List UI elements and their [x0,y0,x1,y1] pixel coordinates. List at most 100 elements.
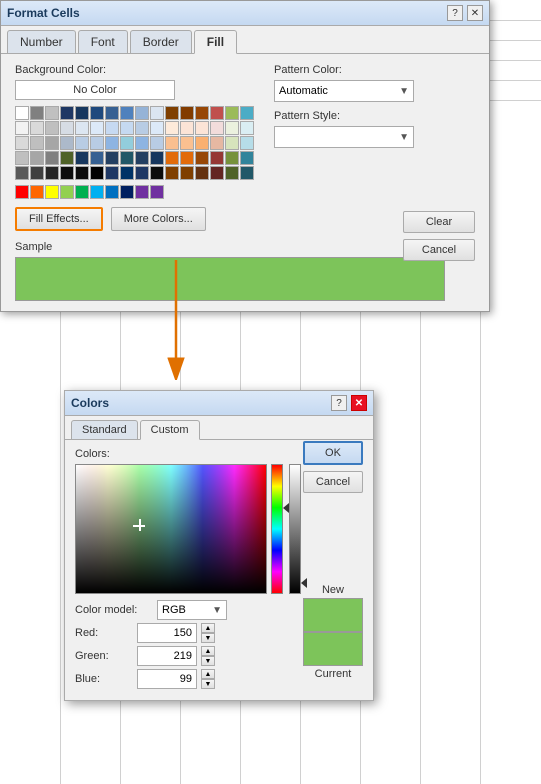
color-cell[interactable] [180,106,194,120]
color-cell[interactable] [240,136,254,150]
tab-font[interactable]: Font [78,30,128,53]
colors-tab-standard[interactable]: Standard [71,420,138,439]
color-cell[interactable] [210,106,224,120]
color-cell[interactable] [105,151,119,165]
color-cell[interactable] [240,106,254,120]
color-cell[interactable] [225,166,239,180]
color-cell[interactable] [15,136,29,150]
color-cell[interactable] [135,121,149,135]
hue-slider[interactable] [271,464,285,594]
red-decrement-button[interactable]: ▼ [201,633,215,643]
color-cell[interactable] [150,106,164,120]
color-cell[interactable] [225,136,239,150]
color-cell[interactable] [45,185,59,199]
color-cell[interactable] [75,136,89,150]
tab-fill[interactable]: Fill [194,30,237,54]
green-increment-button[interactable]: ▲ [201,646,215,656]
color-spectrum[interactable] [75,464,267,594]
color-cell[interactable] [30,166,44,180]
color-cell[interactable] [120,121,134,135]
color-cell[interactable] [210,166,224,180]
color-cell[interactable] [225,106,239,120]
color-cell[interactable] [45,136,59,150]
colors-ok-button[interactable]: OK [303,441,363,465]
color-cell[interactable] [60,106,74,120]
color-cell[interactable] [150,151,164,165]
color-cell[interactable] [75,166,89,180]
color-cell[interactable] [165,121,179,135]
color-cell[interactable] [120,151,134,165]
color-cell[interactable] [240,121,254,135]
color-cell[interactable] [120,166,134,180]
color-cell[interactable] [90,106,104,120]
color-cell[interactable] [165,166,179,180]
green-input[interactable] [137,646,197,666]
tab-number[interactable]: Number [7,30,76,53]
color-cell[interactable] [45,151,59,165]
color-cell[interactable] [75,106,89,120]
color-cell[interactable] [15,121,29,135]
color-cell[interactable] [165,106,179,120]
color-cell[interactable] [30,185,44,199]
blue-increment-button[interactable]: ▲ [201,669,215,679]
color-model-dropdown[interactable]: RGB ▼ [157,600,227,620]
pattern-style-dropdown[interactable]: ▼ [274,126,414,148]
color-cell[interactable] [105,136,119,150]
color-cell[interactable] [105,106,119,120]
color-cell[interactable] [75,185,89,199]
color-cell[interactable] [90,136,104,150]
color-cell[interactable] [120,106,134,120]
pattern-color-dropdown[interactable]: Automatic ▼ [274,80,414,102]
color-cell[interactable] [15,106,29,120]
color-cell[interactable] [105,166,119,180]
color-cell[interactable] [135,106,149,120]
color-cell[interactable] [180,136,194,150]
fill-effects-button[interactable]: Fill Effects... [15,207,103,231]
tab-border[interactable]: Border [130,30,192,53]
color-cell[interactable] [240,166,254,180]
color-cell[interactable] [60,136,74,150]
color-cell[interactable] [60,151,74,165]
colors-close-icon[interactable]: ✕ [351,395,367,411]
green-decrement-button[interactable]: ▼ [201,656,215,666]
color-cell[interactable] [135,166,149,180]
color-cell[interactable] [90,151,104,165]
color-cell[interactable] [30,136,44,150]
color-cell[interactable] [225,151,239,165]
color-cell[interactable] [195,121,209,135]
color-cell[interactable] [60,121,74,135]
color-cell[interactable] [180,166,194,180]
color-cell[interactable] [105,185,119,199]
color-cell[interactable] [30,106,44,120]
color-cell[interactable] [165,136,179,150]
color-cell[interactable] [30,121,44,135]
color-cell[interactable] [240,151,254,165]
colors-help-icon[interactable]: ? [331,395,347,411]
color-cell[interactable] [225,121,239,135]
color-cell[interactable] [210,121,224,135]
color-cell[interactable] [15,166,29,180]
color-cell[interactable] [60,166,74,180]
color-cell[interactable] [60,185,74,199]
color-cell[interactable] [150,166,164,180]
no-color-button[interactable]: No Color [15,80,175,100]
color-cell[interactable] [90,121,104,135]
color-cell[interactable] [150,136,164,150]
color-cell[interactable] [90,166,104,180]
color-cell[interactable] [210,136,224,150]
color-cell[interactable] [45,166,59,180]
blue-input[interactable] [137,669,197,689]
color-cell[interactable] [180,151,194,165]
color-cell[interactable] [75,121,89,135]
color-cell[interactable] [135,151,149,165]
help-icon[interactable]: ? [447,5,463,21]
color-cell[interactable] [45,121,59,135]
color-cell[interactable] [195,151,209,165]
color-cell[interactable] [195,136,209,150]
color-cell[interactable] [135,185,149,199]
color-cell[interactable] [210,151,224,165]
color-cell[interactable] [195,166,209,180]
cancel-button[interactable]: Cancel [403,239,475,261]
color-cell[interactable] [180,121,194,135]
close-icon[interactable]: ✕ [467,5,483,21]
